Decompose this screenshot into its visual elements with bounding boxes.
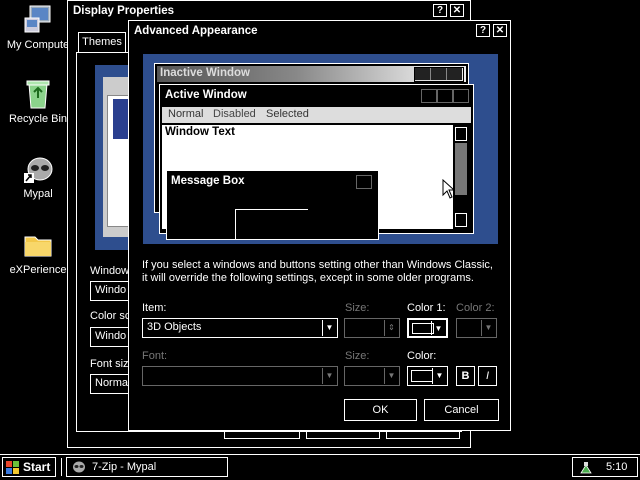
close-button[interactable]: ✕ bbox=[493, 24, 507, 37]
active-title-bar: Active Window bbox=[162, 87, 471, 105]
color-label: Color: bbox=[407, 350, 437, 362]
minimize-icon bbox=[421, 89, 437, 103]
taskbar-item-label: 7-Zip - Mypal bbox=[92, 461, 157, 473]
folder-icon bbox=[22, 229, 54, 261]
desktop-icon-my-computer[interactable]: My Compute bbox=[0, 4, 76, 51]
size-label-2: Size: bbox=[345, 350, 370, 362]
font-dropdown: ▼ bbox=[142, 366, 338, 386]
close-icon bbox=[356, 175, 372, 189]
scroll-down-icon bbox=[455, 213, 467, 227]
menu-selected: Selected bbox=[266, 108, 309, 120]
item-size-spinner: ⇕ bbox=[344, 318, 400, 338]
computer-icon bbox=[22, 4, 54, 36]
desktop-icon-label: Mypal bbox=[23, 188, 53, 200]
color-scheme-label: Color sc bbox=[90, 310, 131, 322]
preview-scrollbar bbox=[453, 125, 469, 229]
info-text-line-2: it will override the following settings,… bbox=[142, 272, 474, 284]
chevron-down-icon: ▼ bbox=[481, 320, 495, 336]
title-bar: Advanced Appearance ? ✕ bbox=[131, 23, 508, 41]
active-window-buttons bbox=[421, 89, 469, 103]
menu-disabled: Disabled bbox=[213, 108, 256, 120]
inactive-title-bar: Inactive Window bbox=[157, 66, 466, 82]
color-scheme-dropdown[interactable]: Windo bbox=[90, 327, 130, 347]
bold-button: B bbox=[456, 366, 475, 386]
help-button[interactable]: ? bbox=[433, 4, 447, 17]
tab-themes[interactable]: Themes bbox=[78, 32, 126, 52]
window-title: Display Properties bbox=[73, 5, 174, 17]
taskbar-separator bbox=[61, 458, 64, 476]
italic-button: I bbox=[478, 366, 497, 386]
font-size-dropdown[interactable]: Normal bbox=[90, 374, 130, 394]
appearance-preview[interactable]: Inactive Window Active Window Normal Dis… bbox=[143, 54, 498, 244]
raccoon-icon bbox=[73, 461, 85, 473]
font-label: Font: bbox=[142, 350, 168, 362]
clock[interactable]: 5:10 bbox=[606, 461, 627, 473]
raccoon-shortcut-icon bbox=[22, 153, 54, 185]
taskbar-item-7zip-mypal[interactable]: 7-Zip - Mypal bbox=[66, 457, 228, 477]
minimize-icon bbox=[415, 68, 431, 80]
color2-picker: ▼ bbox=[456, 318, 497, 338]
scroll-track bbox=[455, 143, 467, 195]
item-label: Item: bbox=[142, 302, 167, 314]
cancel-button[interactable]: Cancel bbox=[424, 399, 499, 421]
help-button[interactable]: ? bbox=[476, 24, 490, 37]
chevron-down-icon: ▼ bbox=[431, 321, 445, 335]
window-text: Window Text bbox=[165, 126, 235, 138]
close-icon bbox=[453, 89, 469, 103]
desktop-icon-label: Recycle Bin bbox=[8, 113, 68, 125]
desktop-icon-label: eXPerience bbox=[9, 264, 67, 276]
message-box-title: Message Box bbox=[171, 175, 245, 187]
active-title: Active Window bbox=[165, 89, 247, 101]
size-label-1: Size: bbox=[345, 302, 370, 314]
desktop-icon-label: My Compute bbox=[6, 39, 70, 51]
start-label: Start bbox=[23, 460, 51, 474]
inactive-window-buttons bbox=[414, 67, 464, 82]
chevron-down-icon: ▼ bbox=[432, 368, 446, 384]
taskbar: Start 7-Zip - Mypal 5:10 bbox=[0, 454, 640, 480]
desktop-icon-experience[interactable]: eXPerience bbox=[0, 229, 76, 276]
windows-buttons-label: Window bbox=[90, 265, 130, 277]
system-tray: 5:10 bbox=[572, 457, 638, 477]
ok-button[interactable]: OK bbox=[344, 399, 417, 421]
tab-label: Themes bbox=[82, 36, 122, 48]
color1-picker[interactable]: ▼ bbox=[407, 318, 448, 338]
chevron-down-icon: ▼ bbox=[384, 368, 398, 384]
maximize-icon bbox=[431, 68, 447, 80]
title-bar: Display Properties ? ✕ bbox=[70, 3, 468, 21]
message-box-ok-button bbox=[235, 209, 308, 240]
scroll-up-icon bbox=[455, 127, 467, 141]
preview-menu-bar: Normal Disabled Selected bbox=[162, 107, 471, 123]
maximize-icon bbox=[437, 89, 453, 103]
close-icon bbox=[447, 68, 462, 80]
chevron-down-icon: ▼ bbox=[322, 320, 336, 336]
color1-label: Color 1: bbox=[407, 302, 446, 314]
item-dropdown[interactable]: 3D Objects ▼ bbox=[142, 318, 338, 338]
inactive-title: Inactive Window bbox=[160, 67, 250, 79]
item-dropdown-value: 3D Objects bbox=[147, 321, 202, 333]
preview-message-box: Message Box bbox=[166, 170, 379, 240]
windows-logo-icon bbox=[6, 461, 19, 474]
color-swatch bbox=[411, 370, 433, 382]
start-button[interactable]: Start bbox=[2, 457, 56, 477]
desktop-icon-recycle-bin[interactable]: Recycle Bin bbox=[0, 78, 76, 125]
mouse-cursor-icon bbox=[442, 179, 456, 199]
desktop-icon-mypal[interactable]: Mypal bbox=[0, 153, 76, 200]
dialog-title: Advanced Appearance bbox=[134, 25, 258, 37]
menu-normal: Normal bbox=[168, 108, 204, 120]
font-size-dropdown: ▼ bbox=[344, 366, 400, 386]
windows-buttons-dropdown[interactable]: Windo bbox=[90, 281, 130, 301]
font-color-picker[interactable]: ▼ bbox=[407, 366, 448, 386]
chevron-down-icon: ▼ bbox=[322, 368, 336, 384]
advanced-appearance-dialog: Advanced Appearance ? ✕ Inactive Window … bbox=[128, 20, 511, 431]
safely-remove-hardware-icon[interactable] bbox=[579, 461, 593, 475]
recycle-bin-icon bbox=[22, 78, 54, 110]
info-text-line-1: If you select a windows and buttons sett… bbox=[142, 259, 493, 271]
color2-label: Color 2: bbox=[456, 302, 495, 314]
close-button[interactable]: ✕ bbox=[450, 4, 464, 17]
spinner-arrows-icon: ⇕ bbox=[384, 320, 398, 336]
